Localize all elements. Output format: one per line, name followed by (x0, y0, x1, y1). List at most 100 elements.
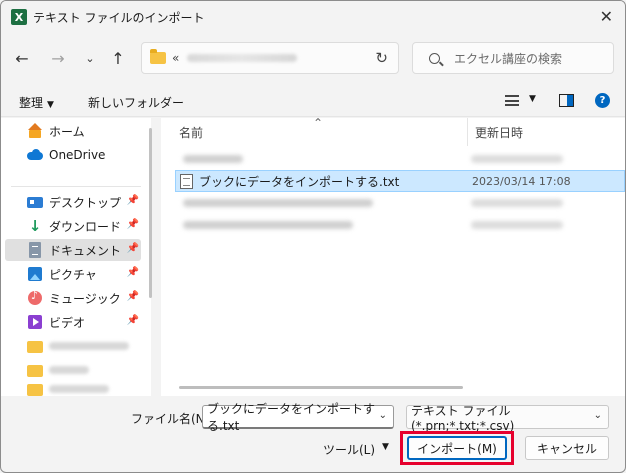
window-title: テキスト ファイルのインポート (33, 11, 205, 25)
pin-icon: 📌 (126, 267, 139, 278)
sidebar-item-documents[interactable]: ドキュメント 📌 (5, 239, 141, 261)
sidebar-item-downloads[interactable]: ↓ ダウンロード 📌 (5, 215, 141, 237)
sidebar-item-label: ドキュメント (49, 243, 122, 258)
sidebar-item-home[interactable]: ホーム (5, 120, 141, 142)
sidebar-item-label: ビデオ (49, 315, 86, 330)
home-icon (27, 123, 43, 139)
redacted-file-name (183, 199, 373, 207)
tools-caret-icon[interactable]: ▼ (382, 442, 389, 452)
redacted-folder-name (49, 342, 129, 350)
music-icon (27, 289, 43, 306)
import-dialog: X テキスト ファイルのインポート ✕ ← → ⌄ ↑ « ↻ エクセル講座の検… (0, 0, 626, 473)
title-bar: X テキスト ファイルのインポート ✕ (1, 1, 625, 33)
video-icon (27, 314, 43, 330)
column-header-label: 名前 (179, 125, 204, 140)
search-icon (429, 52, 440, 64)
sidebar-item-pictures[interactable]: ピクチャ 📌 (5, 263, 141, 285)
divider (11, 186, 141, 187)
pin-icon: 📌 (126, 243, 139, 254)
caret-down-icon: ▼ (47, 100, 54, 110)
sidebar-item-label: ホーム (49, 124, 85, 139)
help-icon[interactable]: ? (595, 93, 610, 108)
recent-locations-chevron-icon[interactable]: ⌄ (79, 47, 101, 69)
pin-icon: 📌 (126, 291, 139, 302)
address-path-redacted (187, 54, 298, 62)
sidebar-item-desktop[interactable]: デスクトップ 📌 (5, 191, 141, 213)
column-header-name[interactable]: 名前 (179, 118, 203, 146)
redacted-file-date (471, 199, 563, 207)
chevron-down-icon[interactable]: ⌄ (379, 410, 387, 421)
redacted-file-name (183, 155, 243, 163)
column-divider[interactable] (467, 118, 468, 146)
preview-pane-icon[interactable] (559, 94, 574, 107)
sidebar-item-label: ピクチャ (49, 267, 97, 282)
import-button[interactable]: インポート(M) (407, 436, 507, 460)
pin-icon: 📌 (126, 315, 139, 326)
close-icon[interactable]: ✕ (600, 7, 613, 26)
sidebar-item-folder[interactable] (5, 359, 141, 381)
horizontal-scrollbar[interactable] (179, 386, 463, 389)
redacted-folder-name (49, 366, 89, 374)
sidebar-item-onedrive[interactable]: OneDrive (5, 144, 141, 166)
refresh-icon[interactable]: ↻ (375, 49, 388, 67)
search-box[interactable]: エクセル講座の検索 (412, 42, 614, 74)
organize-button[interactable]: 整理 ▼ (19, 94, 54, 111)
redacted-folder-name (49, 385, 109, 393)
command-bar: 整理 ▼ 新しいフォルダー ▼ ? (1, 85, 625, 117)
file-date: 2023/03/14 17:08 (472, 174, 571, 188)
organize-label: 整理 (19, 96, 44, 110)
pin-icon: 📌 (126, 219, 139, 230)
file-list: ⌃ 名前 更新日時 ブックにデータをインポートする.txt 2023/03/14… (161, 116, 625, 396)
cloud-icon (27, 147, 43, 163)
column-header-date[interactable]: 更新日時 (475, 118, 523, 146)
file-row[interactable] (175, 192, 625, 214)
filetype-value: テキスト ファイル (*.prn;*.txt;*.csv) (411, 403, 515, 433)
folder-icon (27, 338, 43, 354)
sidebar-item-music[interactable]: ミュージック 📌 (5, 287, 141, 309)
sidebar-item-label: ダウンロード (49, 219, 122, 234)
view-list-icon[interactable] (505, 95, 519, 106)
address-prefix[interactable]: « (172, 51, 179, 65)
redacted-file-date (471, 155, 563, 163)
sidebar-item-videos[interactable]: ビデオ 📌 (5, 311, 141, 333)
redacted-file-date (471, 221, 563, 229)
file-name: ブックにデータをインポートする.txt (199, 174, 400, 189)
file-row[interactable] (175, 148, 625, 170)
filename-input[interactable]: ブックにデータをインポートする.txt ⌄ (202, 402, 394, 433)
sidebar-item-label: OneDrive (49, 148, 106, 162)
chevron-down-icon[interactable]: ⌄ (594, 410, 602, 421)
sidebar-item-label: デスクトップ (49, 195, 122, 210)
folder-icon (27, 382, 43, 396)
address-bar[interactable]: « ↻ (141, 42, 399, 74)
folder-icon (150, 49, 166, 64)
sidebar-item-folder[interactable] (5, 335, 141, 357)
redacted-file-name (183, 221, 353, 229)
text-file-icon (180, 173, 193, 189)
forward-arrow-icon[interactable]: → (47, 47, 69, 69)
column-header-label: 更新日時 (475, 125, 524, 140)
file-row[interactable] (175, 214, 625, 236)
pin-icon: 📌 (126, 195, 139, 206)
pictures-icon (27, 266, 43, 282)
navigation-pane: ホーム OneDrive デスクトップ 📌 ↓ ダウンロード 📌 ドキュメント … (1, 118, 152, 396)
new-folder-button[interactable]: 新しいフォルダー (88, 94, 184, 111)
sort-ascending-icon: ⌃ (313, 116, 324, 130)
sidebar-item-folder[interactable] (5, 382, 141, 396)
desktop-icon (27, 194, 43, 210)
up-arrow-icon[interactable]: ↑ (107, 47, 129, 69)
sidebar-item-label: ミュージック (49, 291, 121, 306)
file-row-selected[interactable]: ブックにデータをインポートする.txt 2023/03/14 17:08 (175, 170, 625, 192)
back-arrow-icon[interactable]: ← (11, 47, 33, 69)
search-placeholder: エクセル講座の検索 (454, 51, 563, 66)
filetype-select[interactable]: テキスト ファイル (*.prn;*.txt;*.csv) ⌄ (406, 404, 609, 433)
navigation-bar: ← → ⌄ ↑ « ↻ エクセル講座の検索 (1, 37, 625, 81)
filename-value: ブックにデータをインポートする.txt (207, 401, 376, 433)
tools-button[interactable]: ツール(L) (323, 441, 375, 458)
documents-icon (27, 242, 43, 258)
excel-logo-icon: X (11, 9, 30, 25)
folder-icon (27, 362, 43, 378)
view-options-caret-icon[interactable]: ▼ (529, 94, 536, 104)
navigation-scrollbar[interactable] (149, 128, 152, 298)
download-icon: ↓ (28, 217, 42, 235)
cancel-button[interactable]: キャンセル (525, 436, 609, 460)
